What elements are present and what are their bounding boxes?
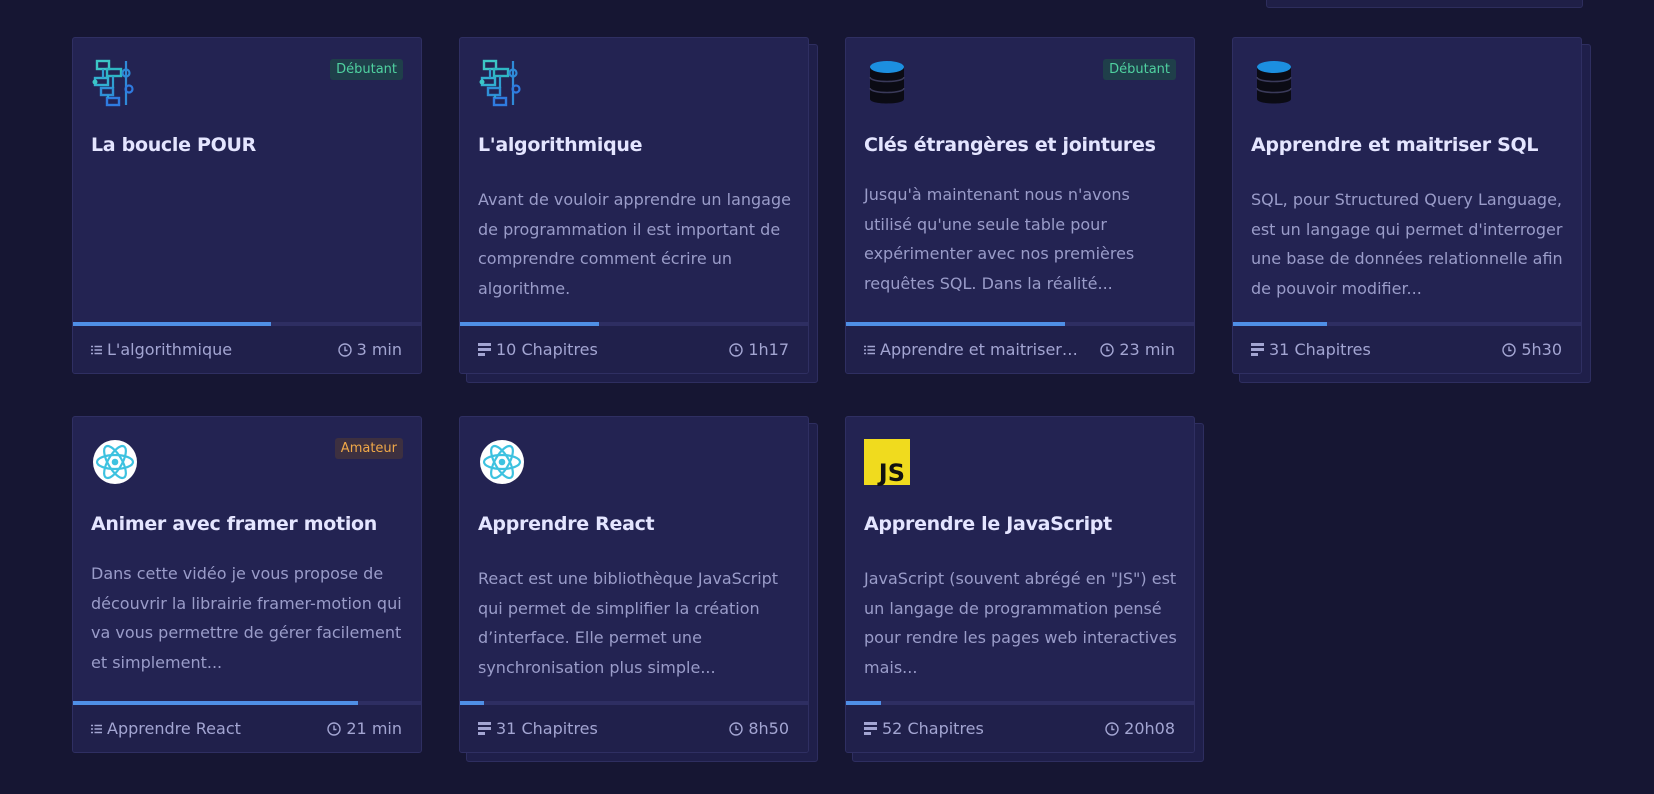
- react-icon: [91, 437, 139, 487]
- card-footer: Apprendre React 21 min: [73, 705, 421, 752]
- formation-card[interactable]: L'algorithmique Avant de vouloir apprend…: [459, 37, 809, 374]
- card-description: Jusqu'à maintenant nous n'avons utilisé …: [864, 185, 1135, 293]
- card-description: JavaScript (souvent abrégé en "JS") est …: [864, 569, 1177, 677]
- duration: 21 min: [346, 719, 402, 738]
- react-icon: [478, 437, 526, 487]
- parent-course-link[interactable]: L'algorithmique: [107, 340, 232, 359]
- card-description: React est une bibliothèque JavaScript qu…: [478, 569, 779, 677]
- chapters-icon: [478, 722, 491, 735]
- card-footer: L'algorithmique 3 min: [73, 326, 421, 373]
- card-title[interactable]: Clés étrangères et jointures: [864, 134, 1182, 156]
- list-icon: [864, 345, 875, 355]
- card-description: Avant de vouloir apprendre un langage de…: [478, 190, 791, 298]
- course-card-wrapper: Apprendre et maitriser SQL SQL, pour Str…: [1232, 37, 1591, 383]
- card-title[interactable]: Apprendre React: [478, 513, 796, 535]
- card-title[interactable]: Apprendre et maitriser SQL: [1251, 134, 1569, 156]
- chapters-icon: [1251, 343, 1264, 356]
- clock-icon: [337, 342, 352, 357]
- clock-icon: [327, 721, 342, 736]
- duration: 20h08: [1124, 719, 1175, 738]
- partial-panel: [1266, 0, 1583, 8]
- course-card-wrapper: Débutant La boucle POUR L'algorithmique …: [72, 37, 422, 374]
- chapters-icon: [478, 343, 491, 356]
- card-title[interactable]: Apprendre le JavaScript: [864, 513, 1182, 535]
- formation-card[interactable]: Apprendre React React est une bibliothèq…: [459, 416, 809, 753]
- parent-course-link[interactable]: Apprendre React: [107, 719, 241, 738]
- card-footer: Apprendre et maitriser S... 23 min: [846, 326, 1194, 373]
- chapter-count: 52 Chapitres: [882, 719, 984, 738]
- flowchart-icon: [91, 58, 139, 108]
- course-card-wrapper: Débutant Clés étrangères et jointures Ju…: [845, 37, 1195, 374]
- database-icon: [1251, 58, 1299, 108]
- card-footer: 52 Chapitres 20h08: [846, 705, 1194, 752]
- card-footer: 10 Chapitres 1h17: [460, 326, 808, 373]
- card-footer: 31 Chapitres 5h30: [1233, 326, 1581, 373]
- clock-icon: [1105, 721, 1119, 736]
- svg-text:JS: JS: [877, 459, 905, 487]
- card-description: Dans cette vidéo je vous propose de déco…: [91, 564, 402, 672]
- course-card-wrapper: Apprendre React React est une bibliothèq…: [459, 416, 818, 762]
- tutorial-card[interactable]: Débutant Clés étrangères et jointures Ju…: [845, 37, 1195, 374]
- card-title[interactable]: L'algorithmique: [478, 134, 796, 156]
- card-title[interactable]: Animer avec framer motion: [91, 513, 409, 535]
- formation-card[interactable]: JS Apprendre le JavaScript JavaScript (s…: [845, 416, 1195, 753]
- card-description: SQL, pour Structured Query Language, est…: [1251, 190, 1563, 298]
- level-badge: Débutant: [1103, 59, 1176, 80]
- course-card-wrapper: L'algorithmique Avant de vouloir apprend…: [459, 37, 818, 383]
- course-card-wrapper: Amateur Animer avec framer motion Dans c…: [72, 416, 422, 753]
- javascript-icon: JS: [864, 437, 912, 487]
- course-card-wrapper: JS Apprendre le JavaScript JavaScript (s…: [845, 416, 1204, 762]
- duration: 5h30: [1521, 340, 1562, 359]
- clock-icon: [1502, 342, 1517, 357]
- duration: 23 min: [1119, 340, 1175, 359]
- card-title[interactable]: La boucle POUR: [91, 134, 409, 156]
- clock-icon: [1100, 342, 1115, 357]
- tutorial-card[interactable]: Amateur Animer avec framer motion Dans c…: [72, 416, 422, 753]
- level-badge: Amateur: [334, 438, 403, 459]
- duration: 8h50: [748, 719, 789, 738]
- list-icon: [91, 345, 102, 355]
- level-badge: Débutant: [330, 59, 403, 80]
- tutorial-card[interactable]: Débutant La boucle POUR L'algorithmique …: [72, 37, 422, 374]
- duration: 1h17: [748, 340, 789, 359]
- chapter-count: 31 Chapitres: [1269, 340, 1371, 359]
- database-icon: [864, 58, 912, 108]
- parent-course-link[interactable]: Apprendre et maitriser S...: [880, 340, 1080, 359]
- flowchart-icon: [478, 58, 526, 108]
- clock-icon: [729, 342, 744, 357]
- chapters-icon: [864, 722, 877, 735]
- clock-icon: [729, 721, 744, 736]
- chapter-count: 31 Chapitres: [496, 719, 598, 738]
- card-footer: 31 Chapitres 8h50: [460, 705, 808, 752]
- list-icon: [91, 724, 102, 734]
- duration: 3 min: [356, 340, 402, 359]
- chapter-count: 10 Chapitres: [496, 340, 598, 359]
- formation-card[interactable]: Apprendre et maitriser SQL SQL, pour Str…: [1232, 37, 1582, 374]
